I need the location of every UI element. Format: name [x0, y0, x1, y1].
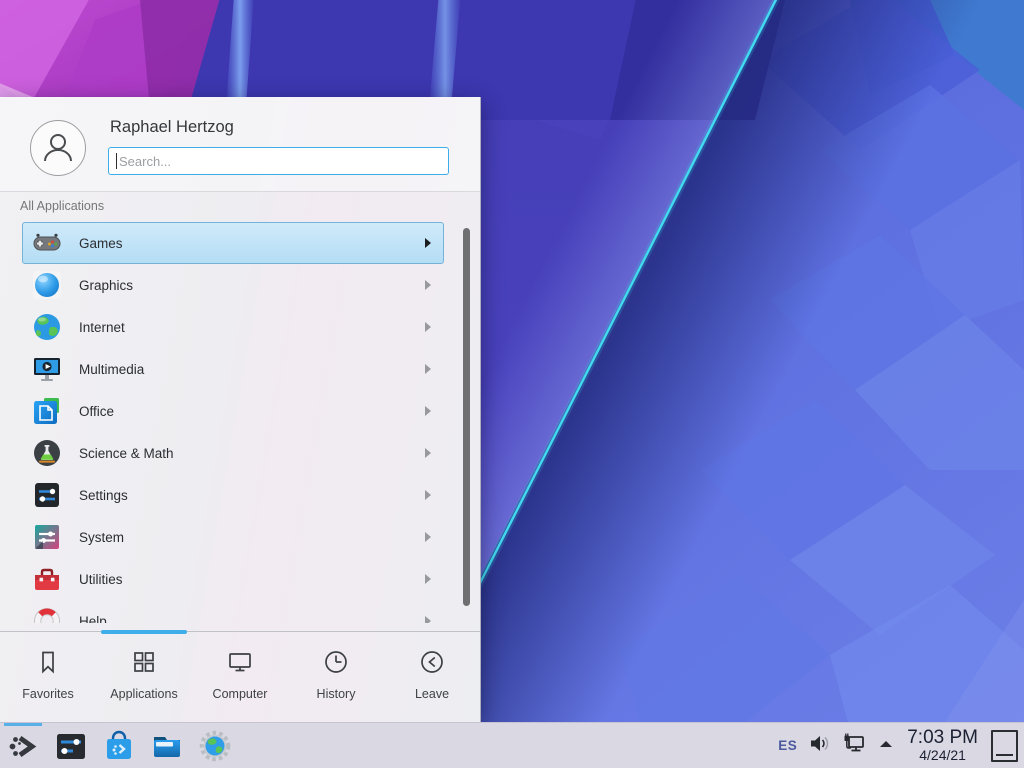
- taskbar-panel: ES: [0, 722, 1024, 768]
- tab-label: History: [317, 687, 356, 701]
- system-settings-button[interactable]: [53, 728, 89, 764]
- user-avatar[interactable]: [30, 120, 86, 176]
- category-label: Graphics: [79, 278, 133, 293]
- section-label: All Applications: [20, 199, 104, 213]
- system-tray: ES: [778, 723, 1018, 768]
- tab-label: Leave: [415, 687, 449, 701]
- category-label: Multimedia: [79, 362, 144, 377]
- gamepad-icon: [31, 227, 63, 259]
- desktop: Raphael Hertzog All Applications: [0, 0, 1024, 768]
- submenu-arrow-icon: [425, 238, 431, 248]
- monitor-icon: [227, 649, 253, 680]
- submenu-arrow-icon: [425, 532, 431, 542]
- application-launcher-popup: Raphael Hertzog All Applications: [0, 97, 481, 722]
- submenu-arrow-icon: [425, 322, 431, 332]
- tab-label: Applications: [110, 687, 177, 701]
- search-input[interactable]: [108, 147, 449, 175]
- sliders-color-icon: [31, 521, 63, 553]
- monitor-play-icon: [31, 353, 63, 385]
- category-row-office[interactable]: Office: [22, 390, 444, 432]
- tab-favorites[interactable]: Favorites: [0, 632, 96, 722]
- show-desktop-button[interactable]: [991, 730, 1018, 762]
- submenu-arrow-icon: [425, 616, 431, 623]
- globe-icon: [31, 311, 63, 343]
- keyboard-layout-indicator[interactable]: ES: [778, 738, 797, 753]
- category-row-graphics[interactable]: Graphics: [22, 264, 444, 306]
- submenu-arrow-icon: [425, 490, 431, 500]
- kickoff-launcher-button[interactable]: [5, 728, 41, 764]
- category-row-settings[interactable]: Settings: [22, 474, 444, 516]
- tab-computer[interactable]: Computer: [192, 632, 288, 722]
- submenu-arrow-icon: [425, 574, 431, 584]
- network-icon[interactable]: [842, 731, 867, 761]
- grid-icon: [131, 649, 157, 680]
- toolbox-icon: [31, 563, 63, 595]
- clock-icon: [323, 649, 349, 680]
- digital-clock[interactable]: 7:03 PM 4/24/21: [907, 728, 978, 763]
- category-row-games[interactable]: Games: [22, 222, 444, 264]
- discover-store-button[interactable]: [101, 728, 137, 764]
- category-label: Internet: [79, 320, 125, 335]
- tab-label: Computer: [213, 687, 268, 701]
- user-name: Raphael Hertzog: [110, 118, 234, 137]
- clock-date: 4/24/21: [907, 748, 978, 763]
- active-tab-indicator: [101, 630, 187, 634]
- category-row-science[interactable]: Science & Math: [22, 432, 444, 474]
- launcher-header: Raphael Hertzog: [0, 97, 480, 192]
- flask-icon: [31, 437, 63, 469]
- tab-history[interactable]: History: [288, 632, 384, 722]
- category-label: System: [79, 530, 124, 545]
- category-row-utilities[interactable]: Utilities: [22, 558, 444, 600]
- clock-time: 7:03 PM: [907, 728, 978, 748]
- volume-icon[interactable]: [808, 732, 831, 760]
- launcher-tab-bar: Favorites Applications: [0, 631, 480, 722]
- category-row-system[interactable]: System: [22, 516, 444, 558]
- category-row-help[interactable]: Help: [22, 600, 444, 623]
- category-label: Science & Math: [79, 446, 174, 461]
- submenu-arrow-icon: [425, 364, 431, 374]
- category-row-internet[interactable]: Internet: [22, 306, 444, 348]
- category-label: Utilities: [79, 572, 123, 587]
- sliders-dark-icon: [31, 479, 63, 511]
- category-label: Games: [79, 236, 123, 251]
- text-caret: [116, 153, 117, 169]
- tray-expander-caret-icon[interactable]: [878, 737, 894, 755]
- submenu-arrow-icon: [425, 448, 431, 458]
- category-row-multimedia[interactable]: Multimedia: [22, 348, 444, 390]
- category-label: Help: [79, 614, 107, 624]
- submenu-arrow-icon: [425, 406, 431, 416]
- submenu-arrow-icon: [425, 280, 431, 290]
- tab-label: Favorites: [22, 687, 73, 701]
- scrollbar[interactable]: [463, 228, 470, 606]
- dolphin-file-manager-button[interactable]: [149, 728, 185, 764]
- tab-leave[interactable]: Leave: [384, 632, 480, 722]
- web-browser-button[interactable]: [197, 728, 233, 764]
- application-category-list: Games Graphics: [0, 219, 480, 623]
- bookmark-icon: [35, 649, 61, 680]
- documents-icon: [31, 395, 63, 427]
- tab-applications[interactable]: Applications: [96, 632, 192, 722]
- category-label: Office: [79, 404, 114, 419]
- sphere-icon: [31, 269, 63, 301]
- lifebuoy-icon: [31, 605, 63, 623]
- leave-circle-icon: [419, 649, 445, 680]
- category-label: Settings: [79, 488, 128, 503]
